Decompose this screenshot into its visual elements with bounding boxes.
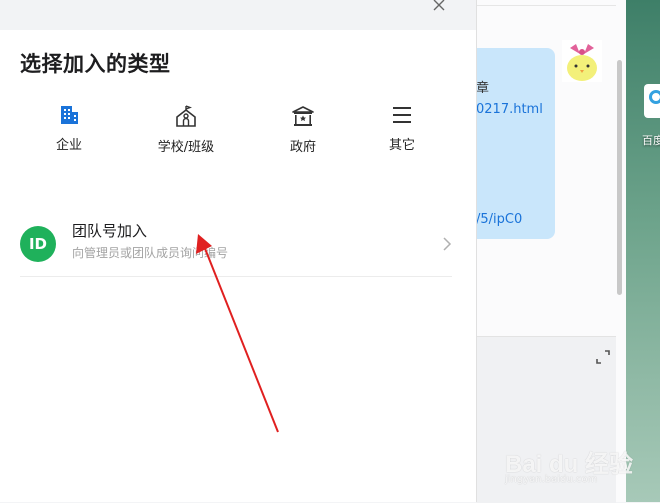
chick-avatar — [562, 40, 602, 82]
menu-icon — [393, 107, 411, 123]
join-option-subtitle: 向管理员或团队成员询问编号 — [72, 246, 229, 260]
chat-line: 章 — [476, 81, 490, 96]
app-logo-icon — [649, 90, 660, 104]
expand-icon[interactable] — [596, 350, 610, 364]
join-type-dialog: 选择加入的类型 企业 学校/班级 政府 其它 ID 团队号加入 向管理员或团队成… — [0, 0, 477, 502]
dialog-header-bar — [0, 0, 476, 30]
divider — [476, 5, 616, 6]
desktop-background: 百度 — [626, 0, 660, 502]
chat-link[interactable]: 0217.html — [476, 99, 543, 120]
type-option-government[interactable]: 政府 — [258, 104, 348, 155]
desktop-app-icon[interactable] — [644, 84, 660, 118]
chat-message-bubble[interactable]: 章 0217.html /5/ipC0 — [476, 48, 555, 239]
dialog-title: 选择加入的类型 — [20, 52, 171, 76]
chat-link[interactable]: /5/ipC0 — [476, 209, 522, 230]
type-option-school[interactable]: 学校/班级 — [141, 104, 231, 155]
government-icon — [292, 106, 314, 126]
id-badge-icon: ID — [20, 226, 56, 262]
close-icon[interactable] — [430, 0, 448, 14]
type-option-enterprise[interactable]: 企业 — [24, 104, 114, 153]
scrollbar[interactable] — [617, 60, 622, 295]
join-option-title: 团队号加入 — [72, 222, 148, 240]
type-label: 学校/班级 — [157, 140, 215, 155]
type-label: 其它 — [388, 138, 415, 153]
building-icon — [61, 106, 78, 124]
type-label: 企业 — [55, 138, 82, 153]
type-label: 政府 — [289, 140, 316, 155]
school-icon — [176, 105, 196, 127]
background-chat-window: 章 0217.html /5/ipC0 — [476, 0, 626, 503]
watermark-url: jingyan.baidu.com — [505, 474, 598, 485]
desktop-icon-label: 百度 — [642, 134, 660, 147]
join-by-team-id-option[interactable]: ID 团队号加入 向管理员或团队成员询问编号 — [20, 214, 452, 277]
type-option-other[interactable]: 其它 — [357, 104, 447, 153]
chevron-right-icon — [443, 237, 452, 251]
baidu-watermark: Bai du 经验 jingyan.baidu.com — [505, 430, 655, 500]
